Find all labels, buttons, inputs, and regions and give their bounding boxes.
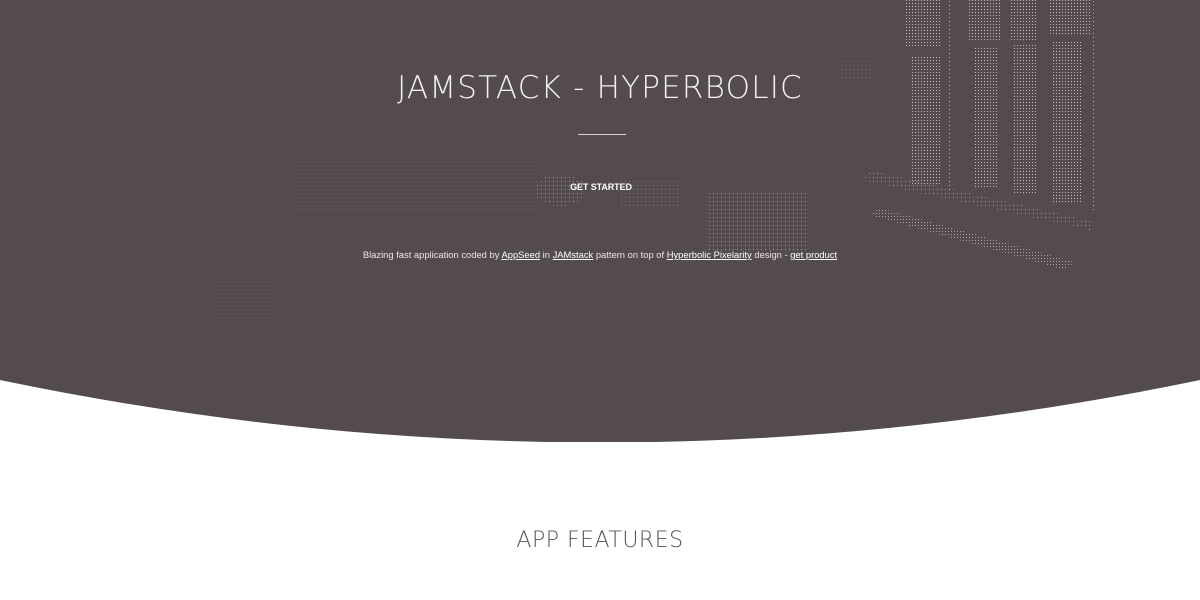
hyperbolic-pixelarity-link[interactable]: Hyperbolic Pixelarity <box>667 249 752 260</box>
description-text: design - <box>751 249 791 260</box>
description-text: in <box>540 249 553 260</box>
hero-divider <box>578 134 626 135</box>
description-text: Blazing fast application coded by <box>362 249 502 260</box>
landing-page: JAMSTACK - HYPERBOLIC GET STARTED Blazin… <box>0 0 1200 600</box>
jamstack-link[interactable]: JAMstack <box>553 249 594 260</box>
appseed-link[interactable]: AppSeed <box>501 249 540 260</box>
get-started-button[interactable]: GET STARTED <box>556 173 646 201</box>
hero-title: JAMSTACK - HYPERBOLIC <box>397 70 803 106</box>
hero-description: Blazing fast application coded by AppSee… <box>0 248 1200 262</box>
get-product-link[interactable]: get product <box>790 249 837 260</box>
description-text: pattern on top of <box>593 249 667 260</box>
app-features-heading: APP FEATURES <box>516 528 684 553</box>
hero-banner: JAMSTACK - HYPERBOLIC GET STARTED Blazin… <box>0 0 1200 442</box>
